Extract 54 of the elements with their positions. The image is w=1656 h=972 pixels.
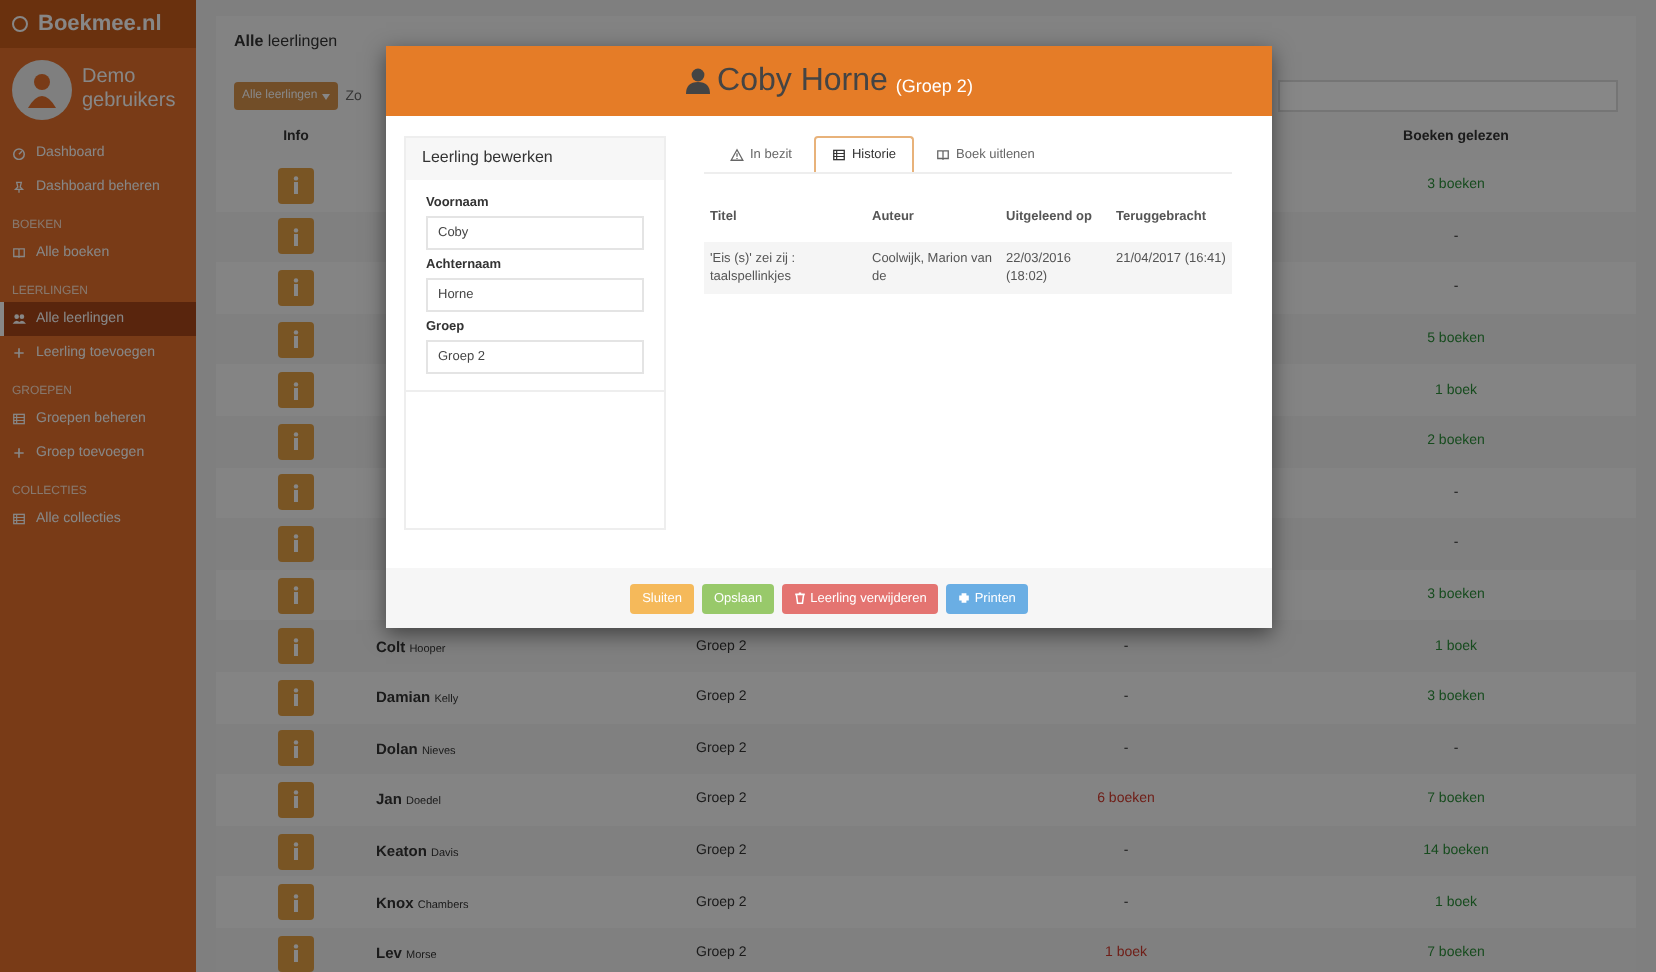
dashboard-icon [12, 146, 26, 160]
info-button[interactable] [278, 218, 314, 255]
list-icon [831, 148, 846, 162]
info-button[interactable] [278, 525, 314, 562]
caret-icon [321, 93, 330, 99]
pin-icon [12, 180, 26, 194]
info-icon [292, 688, 300, 707]
info-icon [292, 227, 300, 246]
info-button[interactable] [278, 781, 314, 818]
info-button[interactable] [278, 884, 314, 921]
info-icon [292, 534, 300, 553]
user-icon [685, 68, 710, 94]
plus-icon [12, 346, 26, 360]
list-icon [12, 512, 26, 526]
user-name: Demo gebruikers [82, 66, 170, 114]
info-button[interactable] [278, 474, 314, 511]
dialog-subtitle: (Groep 2) [895, 73, 973, 95]
dialog-title: Coby Horne [717, 63, 888, 99]
info-icon [292, 842, 300, 861]
info-icon [292, 586, 300, 605]
info-button[interactable] [278, 167, 314, 204]
book-icon [936, 148, 951, 162]
info-icon [292, 278, 300, 297]
plus-icon [12, 446, 26, 460]
info-button[interactable] [278, 321, 314, 358]
info-button[interactable] [278, 423, 314, 460]
info-button[interactable] [278, 372, 314, 409]
info-icon [292, 944, 300, 963]
brand-name: Boekmee.nl [38, 12, 162, 36]
search-field[interactable] [1278, 80, 1618, 112]
info-icon [292, 790, 300, 809]
info-button[interactable] [278, 628, 314, 665]
avatar [12, 60, 72, 120]
info-button[interactable] [278, 833, 314, 870]
panel-title: Leerling bewerken [406, 138, 664, 180]
info-icon [292, 739, 300, 758]
users-icon [12, 312, 26, 326]
info-icon [292, 176, 300, 195]
info-button[interactable] [278, 935, 314, 972]
warning-icon [730, 148, 744, 162]
info-button[interactable] [278, 679, 314, 716]
list-icon [12, 412, 26, 426]
info-icon [292, 637, 300, 656]
info-icon [292, 483, 300, 502]
info-icon [292, 381, 300, 400]
trash-icon [794, 592, 807, 604]
logo-icon [12, 16, 28, 32]
info-button[interactable] [278, 577, 314, 614]
info-icon [292, 330, 300, 349]
info-button[interactable] [278, 269, 314, 306]
info-button[interactable] [278, 730, 314, 767]
info-icon [292, 432, 300, 451]
book-icon [12, 246, 26, 260]
info-icon [292, 893, 300, 912]
